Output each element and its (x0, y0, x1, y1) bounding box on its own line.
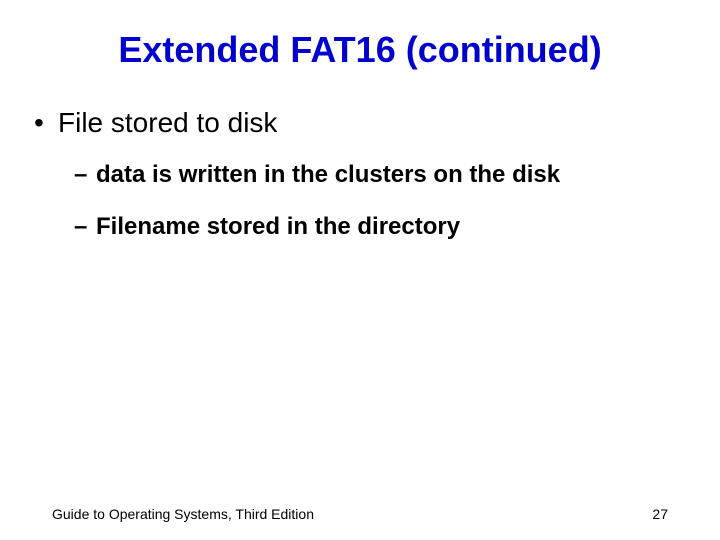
bullet-level2: – Filename stored in the directory (30, 213, 680, 241)
bullet-level1: • File stored to disk (30, 107, 680, 139)
footer-source: Guide to Operating Systems, Third Editio… (52, 506, 314, 522)
slide: Extended FAT16 (continued) • File stored… (0, 0, 720, 540)
slide-title: Extended FAT16 (continued) (0, 0, 720, 71)
footer-page-number: 27 (652, 506, 668, 522)
bullet-level2: – data is written in the clusters on the… (30, 161, 680, 189)
slide-content: • File stored to disk – data is written … (0, 71, 720, 241)
bullet-level2-text: Filename stored in the directory (96, 213, 460, 241)
bullet-dot-icon: • (30, 107, 58, 139)
slide-footer: Guide to Operating Systems, Third Editio… (0, 506, 720, 522)
bullet-level1-text: File stored to disk (58, 107, 277, 139)
bullet-level2-text: data is written in the clusters on the d… (96, 161, 560, 189)
dash-icon: – (74, 161, 96, 189)
dash-icon: – (74, 213, 96, 241)
